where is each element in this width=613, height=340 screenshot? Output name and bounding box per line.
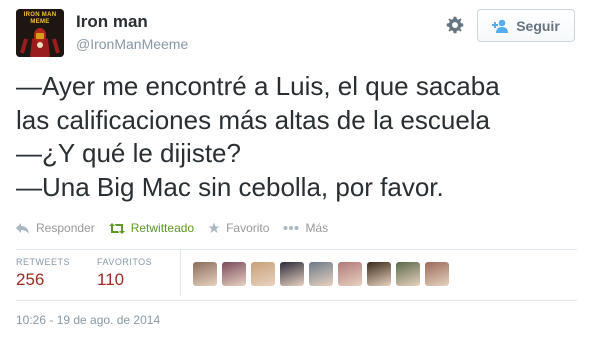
divider: [16, 300, 577, 301]
retweet-button[interactable]: Retwitteado: [108, 221, 195, 235]
tweet-text: —Ayer me encontré a Luis, el que sacaba …: [16, 70, 596, 204]
tweet-line: —Ayer me encontré a Luis, el que sacaba: [16, 71, 500, 101]
reply-icon: [16, 222, 29, 234]
follow-button[interactable]: Seguir: [477, 9, 575, 42]
divider: [16, 249, 577, 250]
tweet-line: —Una Big Mac sin cebolla, por favor.: [16, 171, 444, 202]
favoriters-avatars: [193, 262, 449, 286]
profile-avatar[interactable]: IRON MAN MEME: [16, 9, 64, 57]
follow-button-label: Seguir: [516, 17, 560, 34]
retweets-count: 256: [16, 270, 45, 289]
gear-icon[interactable]: [444, 14, 466, 36]
favoriter-avatar[interactable]: [367, 262, 391, 286]
more-label: Más: [305, 221, 329, 235]
tweet-actions: Responder Retwitteado Favorito Más: [16, 221, 342, 235]
retweets-label: RETWEETS: [16, 257, 71, 267]
favorite-label: Favorito: [226, 221, 270, 235]
add-user-icon: [492, 19, 509, 33]
favoriter-avatar[interactable]: [425, 262, 449, 286]
tweet-timestamp[interactable]: 10:26 - 19 de ago. de 2014: [16, 313, 160, 327]
favoriter-avatar[interactable]: [193, 262, 217, 286]
favoriter-avatar[interactable]: [251, 262, 275, 286]
favoriter-avatar[interactable]: [396, 262, 420, 286]
avatar-logo-text: IRON MAN MEME: [23, 12, 57, 25]
favorites-label: FAVORITOS: [97, 257, 153, 267]
favorites-stat[interactable]: FAVORITOS 110: [97, 257, 152, 290]
more-icon: [283, 226, 299, 230]
favoriter-avatar[interactable]: [280, 262, 304, 286]
favorite-button[interactable]: Favorito: [208, 221, 269, 235]
favoriter-avatar[interactable]: [222, 262, 246, 286]
star-icon: [208, 222, 220, 233]
tweet-line: —¿Y qué le dijiste?: [16, 138, 241, 168]
profile-handle[interactable]: @IronManMeeme: [76, 36, 188, 52]
retweet-icon: [108, 222, 125, 234]
reply-button[interactable]: Responder: [16, 221, 95, 235]
profile-name[interactable]: Iron man: [76, 12, 148, 32]
favoriter-avatar[interactable]: [338, 262, 362, 286]
more-button[interactable]: Más: [283, 221, 328, 235]
stats-divider: [180, 250, 181, 296]
retweets-stat[interactable]: RETWEETS 256: [16, 257, 70, 290]
retweet-label: Retwitteado: [130, 221, 195, 235]
reply-label: Responder: [36, 221, 95, 235]
favorites-count: 110: [97, 270, 125, 289]
tweet-line: las calificaciones más altas de la escue…: [16, 104, 491, 135]
favoriter-avatar[interactable]: [309, 262, 333, 286]
